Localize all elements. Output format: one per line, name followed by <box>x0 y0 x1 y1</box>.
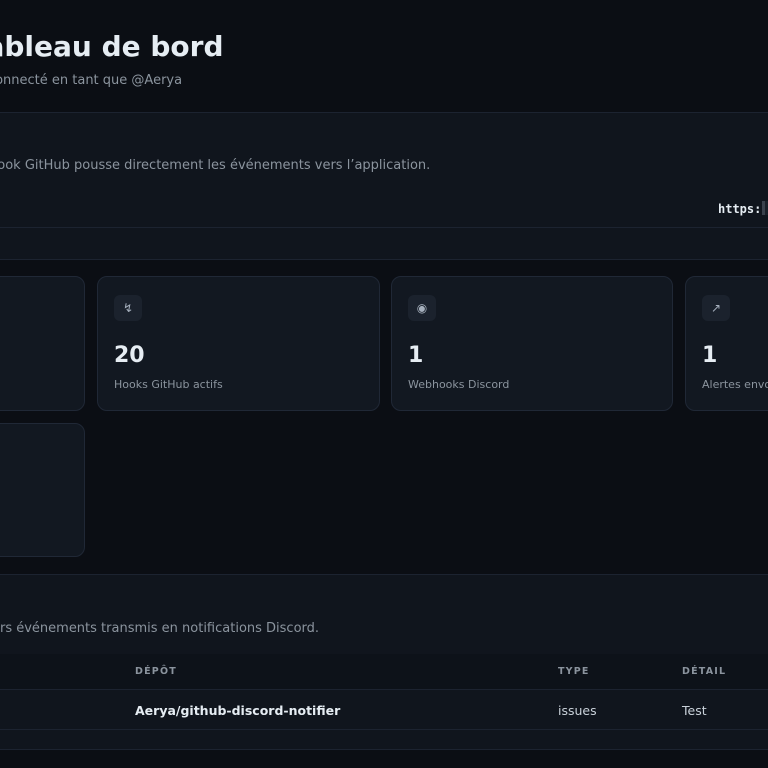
cell-type: issues <box>558 703 597 718</box>
page-title: Tableau de bord <box>0 30 224 63</box>
stat-card <box>0 423 85 557</box>
stat-card-github-hooks: ↯ 20 Hooks GitHub actifs <box>97 276 380 411</box>
page-subtitle: Connecté en tant que @Aerya <box>0 73 183 88</box>
cell-repo: Aerya/github-discord-notifier <box>135 703 341 718</box>
stat-label: Hooks GitHub actifs <box>114 378 223 391</box>
stat-label: Webhooks Discord <box>408 378 510 391</box>
stat-card <box>0 276 85 411</box>
url-mask <box>762 201 768 215</box>
activity-panel: Derniers événements transmis en notifica… <box>0 574 768 750</box>
divider <box>0 227 768 228</box>
column-header-type: TYPE <box>558 666 590 677</box>
table-header: DÉPÔT TYPE DÉTAIL <box>0 654 768 690</box>
trend-up-icon: ↗ <box>702 295 730 321</box>
webhook-description: Le webhook GitHub pousse directement les… <box>0 158 431 173</box>
stat-value: 20 <box>114 343 145 368</box>
webhook-panel: Le webhook GitHub pousse directement les… <box>0 112 768 260</box>
activity-description: Derniers événements transmis en notifica… <box>0 621 320 636</box>
target-icon: ◉ <box>408 295 436 321</box>
stat-value: 1 <box>702 343 718 368</box>
cell-detail: Test <box>682 703 707 718</box>
bolt-icon: ↯ <box>114 295 142 321</box>
webhook-url[interactable]: https: <box>718 201 768 216</box>
stat-card-alerts-sent: ↗ 1 Alertes envoyées <box>685 276 768 411</box>
stat-value: 1 <box>408 343 424 368</box>
column-header-detail: DÉTAIL <box>682 666 727 677</box>
column-header-repo: DÉPÔT <box>135 666 177 677</box>
webhook-url-text: https: <box>718 202 762 216</box>
table-row[interactable]: Aerya/github-discord-notifier issues Tes… <box>0 690 768 730</box>
stat-label: Alertes envoyées <box>702 378 768 391</box>
stat-card-discord-webhooks: ◉ 1 Webhooks Discord <box>391 276 673 411</box>
dashboard-page: Tableau de bord Connecté en tant que @Ae… <box>0 0 768 768</box>
